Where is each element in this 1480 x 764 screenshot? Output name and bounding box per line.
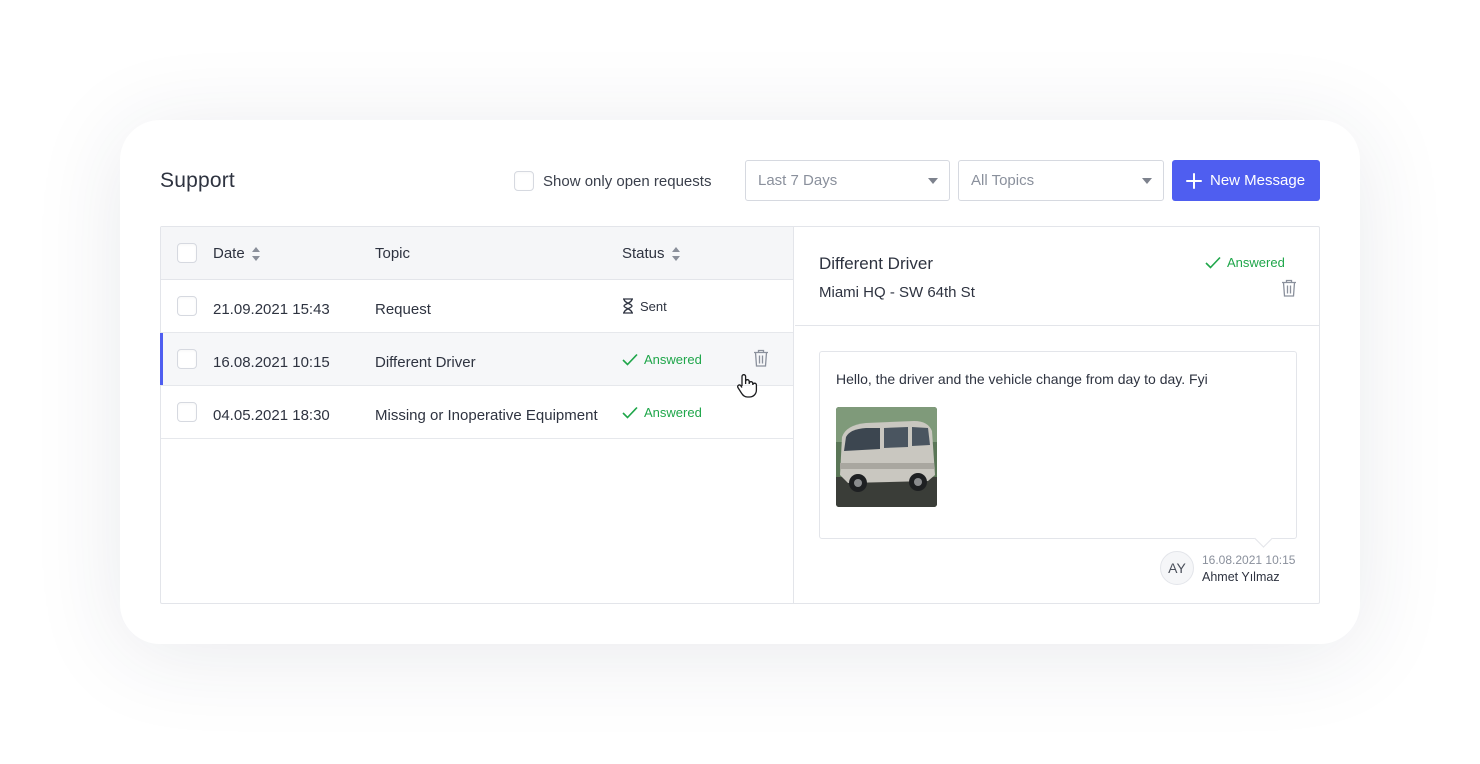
date-column-label: Date [213, 245, 245, 262]
request-detail: Different Driver Miami HQ - SW 64th St A… [795, 227, 1320, 603]
message-timestamp: 16.08.2021 10:15 [1202, 553, 1296, 567]
message-text: Hello, the driver and the vehicle change… [836, 371, 1208, 387]
topic-column-label: Topic [375, 245, 411, 262]
date-range-select[interactable]: Last 7 Days [745, 160, 950, 201]
table-row[interactable]: 21.09.2021 15:43 Request Sent [161, 280, 793, 333]
status-badge: Answered [622, 405, 702, 420]
row-date: 04.05.2021 18:30 [213, 407, 330, 424]
trash-icon[interactable] [753, 349, 769, 367]
table-header: Date Topic Status [161, 227, 793, 280]
status-label: Sent [640, 298, 667, 314]
new-message-button[interactable]: New Message [1172, 160, 1320, 201]
row-date: 16.08.2021 10:15 [213, 354, 330, 371]
status-label: Answered [644, 352, 702, 367]
topic-select[interactable]: All Topics [958, 160, 1164, 201]
detail-title: Different Driver [819, 254, 933, 273]
status-badge: Sent [622, 298, 667, 314]
row-topic: Request [375, 301, 431, 318]
row-checkbox[interactable] [177, 296, 197, 316]
attachment-image[interactable] [836, 407, 937, 507]
row-topic: Different Driver [375, 354, 476, 371]
request-list: Date Topic Status 21.09.2021 15:43 Reque… [160, 227, 794, 603]
hand-pointer-icon [737, 374, 758, 398]
chevron-down-icon [1142, 178, 1152, 184]
topic-column-header: Topic [375, 245, 410, 262]
chevron-down-icon [928, 178, 938, 184]
checkmark-icon [622, 353, 638, 366]
sort-icon[interactable] [251, 246, 261, 261]
detail-location: Miami HQ - SW 64th St [819, 284, 975, 301]
detail-header: Different Driver Miami HQ - SW 64th St A… [795, 227, 1320, 326]
select-all-checkbox[interactable] [177, 243, 197, 263]
open-requests-label: Show only open requests [543, 172, 712, 190]
support-panel: Date Topic Status 21.09.2021 15:43 Reque… [160, 226, 1320, 604]
open-requests-filter[interactable]: Show only open requests [514, 171, 711, 191]
checkmark-icon [622, 406, 638, 419]
table-row[interactable]: 04.05.2021 18:30 Missing or Inoperative … [161, 386, 793, 439]
new-message-label: New Message [1210, 172, 1306, 189]
status-badge: Answered [1205, 255, 1285, 270]
status-label: Answered [644, 405, 702, 420]
row-checkbox[interactable] [177, 402, 197, 422]
row-date: 21.09.2021 15:43 [213, 301, 330, 318]
trash-icon[interactable] [1281, 279, 1297, 297]
message-bubble: Hello, the driver and the vehicle change… [819, 351, 1297, 539]
checkmark-icon [1205, 256, 1221, 269]
status-column-label: Status [622, 245, 665, 262]
avatar: AY [1160, 551, 1194, 585]
date-range-value: Last 7 Days [758, 172, 838, 189]
status-column-header[interactable]: Status [622, 245, 681, 262]
selected-row-indicator [160, 333, 163, 385]
status-badge: Answered [622, 352, 702, 367]
topic-value: All Topics [971, 172, 1035, 189]
page-title: Support [160, 169, 235, 192]
open-requests-checkbox[interactable] [514, 171, 534, 191]
plus-icon [1186, 172, 1202, 189]
hourglass-icon [623, 298, 633, 314]
van-illustration [836, 407, 937, 507]
table-row[interactable]: 16.08.2021 10:15 Different Driver Answer… [160, 333, 793, 386]
row-topic: Missing or Inoperative Equipment [375, 407, 598, 424]
status-label: Answered [1227, 255, 1285, 270]
row-checkbox[interactable] [177, 349, 197, 369]
date-column-header[interactable]: Date [213, 245, 261, 262]
message-author: Ahmet Yılmaz [1202, 570, 1280, 584]
sort-icon[interactable] [671, 246, 681, 261]
